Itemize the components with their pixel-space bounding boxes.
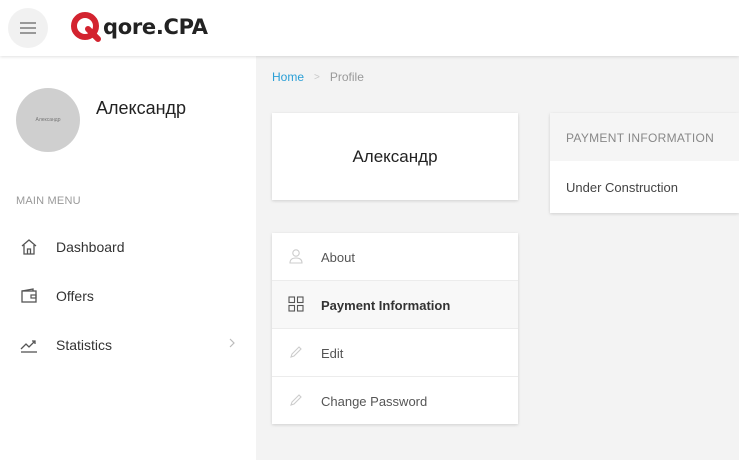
avatar[interactable]: Александр [16,88,80,152]
logo-mark-icon [71,12,101,42]
breadcrumb-current: Profile [329,70,364,84]
grid-icon [288,296,304,312]
main-menu-heading: MAIN MENU [16,195,81,207]
profile-menu-item-about[interactable]: About [272,233,518,281]
top-bar: qore.CPA [0,0,739,56]
home-icon [21,239,37,255]
payment-panel-header: PAYMENT INFORMATION [550,113,739,161]
payment-panel-body: Under Construction [566,180,678,195]
sidebar-item-label: Offers [56,288,94,304]
hamburger-icon [20,22,36,34]
sidebar-item-dashboard[interactable]: Dashboard [0,227,256,267]
profile-name: Александр [352,147,438,166]
pencil-icon [290,394,302,406]
profile-menu-label: Change Password [321,394,428,409]
avatar-text: Александр [35,117,61,123]
sidebar-item-label: Dashboard [56,239,125,255]
logo[interactable]: qore.CPA [71,12,208,42]
payment-information-panel: PAYMENT INFORMATION Under Construction [550,113,739,213]
breadcrumb-home-link[interactable]: Home [272,70,304,84]
chart-line-icon [20,340,37,353]
breadcrumb: Home > Profile [272,70,364,84]
sidebar-item-label: Statistics [56,337,113,353]
profile-menu-label: Payment Information [321,298,451,313]
menu-toggle-button[interactable] [8,8,48,48]
sidebar: Александр Александр MAIN MENU Dashboard … [0,56,256,460]
profile-menu-item-change-password[interactable]: Change Password [272,377,518,425]
user-icon [289,249,303,264]
sidebar-item-offers[interactable]: Offers [0,276,256,316]
profile-menu: About Payment Information Edit Change Pa… [272,233,518,424]
wallet-icon [21,288,37,303]
user-name: Александр [96,98,187,118]
chevron-right-icon [229,338,235,348]
payment-panel-title: PAYMENT INFORMATION [566,131,715,145]
pencil-icon [290,346,302,358]
sidebar-item-statistics[interactable]: Statistics [0,325,256,365]
logo-text: qore.CPA [103,15,208,39]
profile-menu-item-edit[interactable]: Edit [272,329,518,377]
profile-menu-label: Edit [321,346,344,361]
profile-menu-label: About [321,250,355,265]
breadcrumb-separator: > [314,71,320,83]
profile-menu-item-payment-information[interactable]: Payment Information [272,281,518,329]
profile-name-card: Александр [272,113,518,200]
